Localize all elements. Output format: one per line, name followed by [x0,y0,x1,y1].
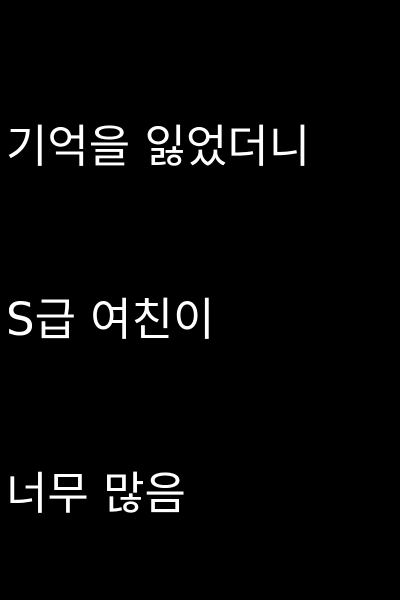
title-line-3: 너무 많음 [6,467,186,520]
title-line-1: 기억을 잃었더니 [6,120,311,173]
title-line-2: S급 여친이 [6,293,215,346]
